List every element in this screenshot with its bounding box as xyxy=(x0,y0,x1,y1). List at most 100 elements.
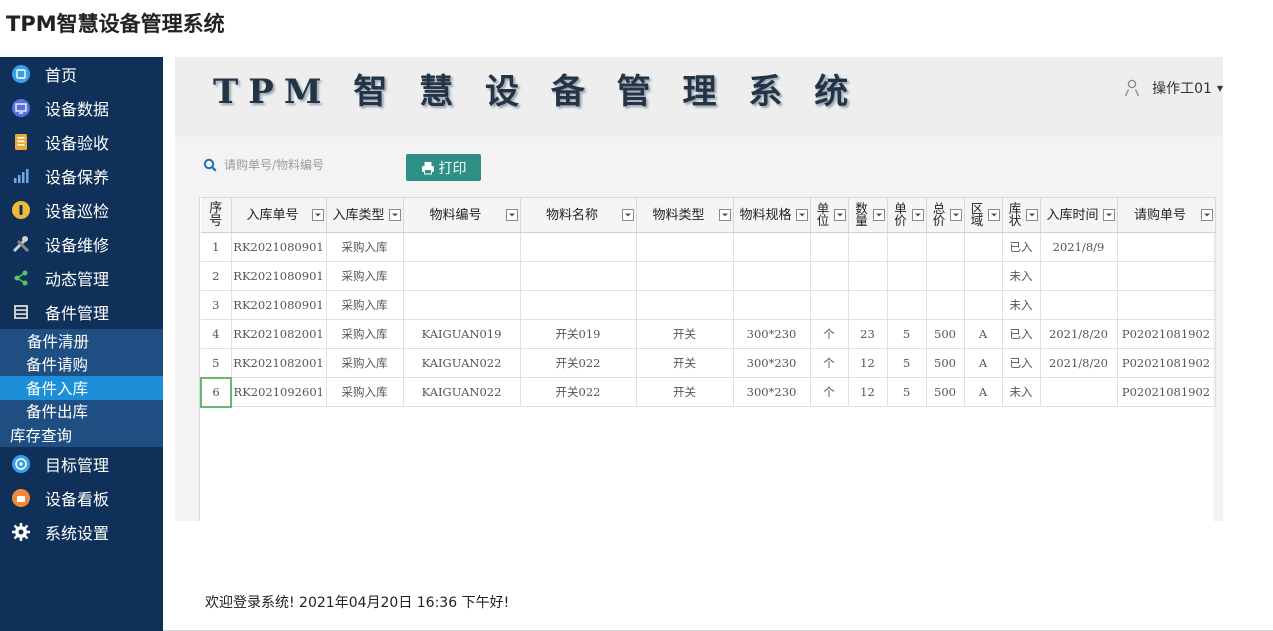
table-row[interactable]: 6 RK2021092601 采购入库 KAIGUAN022 开关022 开关 300*23… xyxy=(200,376,1216,408)
table-cell[interactable]: KAIGUAN022 xyxy=(403,348,521,378)
table-cell[interactable]: 个 xyxy=(810,319,849,349)
sidebar-item-share[interactable]: 动态管理 xyxy=(0,261,163,295)
filter-dropdown-icon[interactable] xyxy=(1025,209,1038,221)
column-header-7[interactable]: 单 位 xyxy=(810,197,849,233)
table-cell[interactable] xyxy=(1117,290,1216,320)
column-header-5[interactable]: 物料类型 xyxy=(636,197,734,233)
table-cell[interactable]: 已入 xyxy=(1002,348,1041,378)
table-cell[interactable] xyxy=(520,232,637,262)
table-cell[interactable]: 采购入库 xyxy=(326,319,404,349)
table-cell[interactable]: 已入 xyxy=(1002,232,1041,262)
submenu-item-3[interactable]: 备件出库 xyxy=(0,400,163,424)
table-cell[interactable]: 采购入库 xyxy=(326,232,404,262)
table-cell[interactable]: 23 xyxy=(848,319,888,349)
table-cell[interactable] xyxy=(848,261,888,291)
table-cell[interactable]: 已入 xyxy=(1002,319,1041,349)
table-cell[interactable]: 6 xyxy=(200,376,232,408)
table-row[interactable]: 5 RK2021082001 采购入库 KAIGUAN022 开关022 开关 300*23… xyxy=(201,348,1216,378)
sidebar-item-signal[interactable]: 设备保养 xyxy=(0,159,163,193)
table-cell[interactable]: 1 xyxy=(201,232,232,262)
table-cell[interactable]: 12 xyxy=(848,377,888,407)
table-cell[interactable]: 开关 xyxy=(636,319,734,349)
table-cell[interactable]: RK2021092601 xyxy=(231,377,327,407)
filter-dropdown-icon[interactable] xyxy=(833,209,846,221)
table-cell[interactable] xyxy=(1117,232,1216,262)
table-cell[interactable]: RK2021080901 xyxy=(231,290,327,320)
submenu-item-2[interactable]: 备件入库 xyxy=(0,376,163,400)
table-cell[interactable]: 开关 xyxy=(636,377,734,407)
table-cell[interactable] xyxy=(926,261,965,291)
table-row[interactable]: 1 RK2021080901 采购入库 已入 2021/8/9 xyxy=(201,232,1216,262)
sidebar-item-spare-parts[interactable]: 备件管理 xyxy=(0,295,163,329)
filter-dropdown-icon[interactable] xyxy=(872,209,885,221)
table-cell[interactable] xyxy=(520,261,637,291)
column-header-9[interactable]: 单 价 xyxy=(887,197,927,233)
table-cell[interactable] xyxy=(810,261,849,291)
table-cell[interactable]: 300*230 xyxy=(733,319,811,349)
table-cell[interactable] xyxy=(964,232,1003,262)
table-cell[interactable]: KAIGUAN019 xyxy=(403,319,521,349)
table-cell[interactable]: 采购入库 xyxy=(326,348,404,378)
table-cell[interactable] xyxy=(636,232,734,262)
table-cell[interactable] xyxy=(887,290,927,320)
column-header-11[interactable]: 区 域 xyxy=(964,197,1003,233)
sidebar-item-inspection[interactable]: 设备巡检 xyxy=(0,193,163,227)
table-cell[interactable]: 5 xyxy=(887,319,927,349)
table-cell[interactable]: 未入 xyxy=(1002,261,1041,291)
table-row[interactable]: 4 RK2021082001 采购入库 KAIGUAN019 开关019 开关 300*23… xyxy=(201,319,1216,349)
table-cell[interactable] xyxy=(636,261,734,291)
table-cell[interactable] xyxy=(403,290,521,320)
sidebar-item-tools[interactable]: 设备维修 xyxy=(0,227,163,261)
table-cell[interactable]: 开关022 xyxy=(520,348,637,378)
column-header-13[interactable]: 入库时间 xyxy=(1040,197,1118,233)
filter-dropdown-icon[interactable] xyxy=(1200,209,1213,221)
table-cell[interactable] xyxy=(1040,290,1118,320)
table-cell[interactable]: 500 xyxy=(926,377,965,407)
table-cell[interactable]: 2 xyxy=(201,261,232,291)
filter-dropdown-icon[interactable] xyxy=(718,209,731,221)
column-header-3[interactable]: 物料编号 xyxy=(403,197,521,233)
table-cell[interactable] xyxy=(964,261,1003,291)
filter-dropdown-icon[interactable] xyxy=(911,209,924,221)
table-cell[interactable]: 2021/8/9 xyxy=(1040,232,1118,262)
table-cell[interactable]: 300*230 xyxy=(733,348,811,378)
filter-dropdown-icon[interactable] xyxy=(795,209,808,221)
table-cell[interactable]: 5 xyxy=(887,377,927,407)
table-cell[interactable] xyxy=(1040,377,1118,407)
table-cell[interactable]: 采购入库 xyxy=(326,290,404,320)
table-cell[interactable]: 2021/8/20 xyxy=(1040,319,1118,349)
sidebar-item-home[interactable]: 首页 xyxy=(0,57,163,91)
print-button[interactable]: 打印 xyxy=(406,154,481,181)
table-cell[interactable]: 2021/8/20 xyxy=(1040,348,1118,378)
table-cell[interactable]: 5 xyxy=(201,348,232,378)
filter-dropdown-icon[interactable] xyxy=(388,209,401,221)
table-cell[interactable] xyxy=(887,232,927,262)
table-cell[interactable] xyxy=(926,290,965,320)
table-cell[interactable] xyxy=(733,232,811,262)
table-cell[interactable]: P02021081902 xyxy=(1117,348,1216,378)
submenu-item-4[interactable]: 库存查询 xyxy=(0,423,163,447)
table-cell[interactable]: 开关022 xyxy=(520,377,637,407)
table-cell[interactable] xyxy=(636,290,734,320)
table-cell[interactable] xyxy=(733,290,811,320)
table-cell[interactable]: 12 xyxy=(848,348,888,378)
user-menu[interactable]: 操作工01 ▾ xyxy=(1124,78,1223,98)
column-header-0[interactable]: 序号 xyxy=(201,197,232,233)
table-cell[interactable]: 500 xyxy=(926,348,965,378)
sidebar-item-gear[interactable]: 系统设置 xyxy=(0,515,163,549)
table-cell[interactable]: A xyxy=(964,377,1003,407)
table-cell[interactable]: 未入 xyxy=(1002,377,1041,407)
submenu-item-0[interactable]: 备件清册 xyxy=(0,329,163,353)
table-cell[interactable]: RK2021080901 xyxy=(231,261,327,291)
sidebar-item-monitor[interactable]: 设备数据 xyxy=(0,91,163,125)
filter-dropdown-icon[interactable] xyxy=(621,209,634,221)
table-cell[interactable]: 4 xyxy=(201,319,232,349)
table-cell[interactable] xyxy=(403,232,521,262)
table-cell[interactable] xyxy=(1117,261,1216,291)
table-cell[interactable] xyxy=(887,261,927,291)
table-cell[interactable]: RK2021082001 xyxy=(231,348,327,378)
search-input[interactable] xyxy=(224,158,374,172)
table-cell[interactable] xyxy=(810,290,849,320)
column-header-4[interactable]: 物料名称 xyxy=(520,197,637,233)
table-cell[interactable] xyxy=(1040,261,1118,291)
